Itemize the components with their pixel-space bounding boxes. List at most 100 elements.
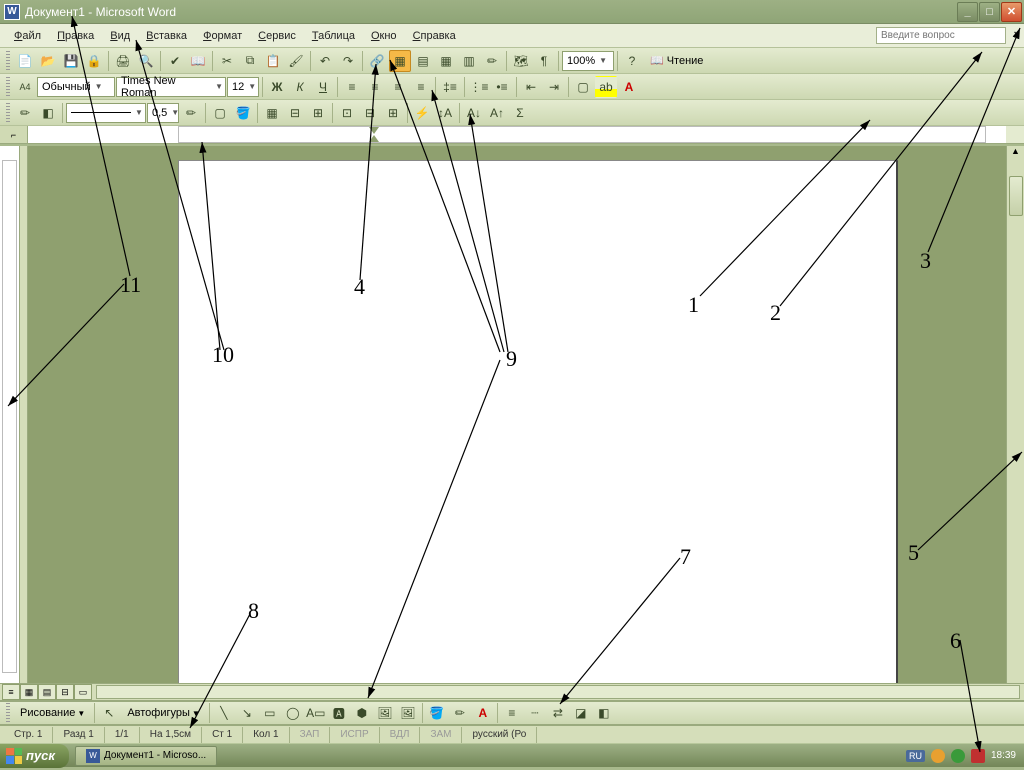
toolbar-grip[interactable] <box>6 51 10 71</box>
tray-shield-icon[interactable] <box>971 749 985 763</box>
bullet-list-button[interactable]: •≡ <box>491 76 513 98</box>
menu-tools[interactable]: Сервис <box>250 26 304 46</box>
font-dropdown[interactable]: Times New Roman▼ <box>116 77 226 97</box>
3d-button[interactable]: ◧ <box>593 702 615 724</box>
increase-indent-button[interactable]: ⇥ <box>543 76 565 98</box>
split-cells-button[interactable]: ⊞ <box>307 102 329 124</box>
italic-button[interactable]: К <box>289 76 311 98</box>
draw-table-button[interactable]: ✏ <box>14 102 36 124</box>
save-button[interactable]: 💾 <box>60 50 82 72</box>
redo-button[interactable]: ↷ <box>337 50 359 72</box>
cut-button[interactable]: ✂ <box>216 50 238 72</box>
show-paragraph-button[interactable]: ¶ <box>533 50 555 72</box>
line-weight-dropdown[interactable]: 0,5▼ <box>147 103 179 123</box>
rectangle-tool-button[interactable]: ▭ <box>259 702 281 724</box>
reading-view-button[interactable]: ▭ <box>74 684 92 700</box>
align-center-button[interactable]: ≡ <box>364 76 386 98</box>
text-direction-button[interactable]: ↕A <box>434 102 456 124</box>
line-style-dropdown[interactable]: ▼ <box>66 103 146 123</box>
toolbar-grip[interactable] <box>6 103 10 123</box>
page[interactable] <box>178 160 898 683</box>
print-view-button[interactable]: ▤ <box>38 684 56 700</box>
status-rec[interactable]: ЗАП <box>290 727 331 743</box>
table-autoformat-button[interactable]: ⚡ <box>411 102 433 124</box>
copy-button[interactable]: ⧉ <box>239 50 261 72</box>
shadow-button[interactable]: ◪ <box>570 702 592 724</box>
fill-color-button[interactable]: 🪣 <box>426 702 448 724</box>
scrollbar-thumb[interactable] <box>1009 176 1023 216</box>
arrow-tool-button[interactable]: ↘ <box>236 702 258 724</box>
autoshapes-menu[interactable]: Автофигуры▼ <box>121 704 206 722</box>
insert-table-btn2[interactable]: ▦ <box>261 102 283 124</box>
reading-mode-button[interactable]: 📖 Чтение <box>644 50 709 72</box>
horizontal-ruler[interactable] <box>28 126 1006 143</box>
close-button[interactable]: ✕ <box>1001 2 1022 22</box>
undo-button[interactable]: ↶ <box>314 50 336 72</box>
drawing-toolbar-button[interactable]: ✏ <box>481 50 503 72</box>
status-ext[interactable]: ВДЛ <box>380 727 421 743</box>
print-preview-button[interactable]: 🔍 <box>135 50 157 72</box>
font-size-dropdown[interactable]: 12▼ <box>227 77 259 97</box>
line-color-button[interactable]: ✏ <box>449 702 471 724</box>
arrow-style-button[interactable]: ⇄ <box>547 702 569 724</box>
outside-border-button[interactable]: ▢ <box>209 102 231 124</box>
textbox-tool-button[interactable]: A▭ <box>305 702 327 724</box>
maximize-button[interactable]: □ <box>979 2 1000 22</box>
print-button[interactable]: 🖨 <box>112 50 134 72</box>
shading-color-button[interactable]: 🪣 <box>232 102 254 124</box>
align-right-button[interactable]: ≡ <box>387 76 409 98</box>
normal-view-button[interactable]: ≡ <box>2 684 20 700</box>
menu-insert[interactable]: Вставка <box>138 26 195 46</box>
line-tool-button[interactable]: ╲ <box>213 702 235 724</box>
highlight-color-button[interactable]: ab <box>595 76 617 98</box>
tray-icon[interactable] <box>951 749 965 763</box>
clipart-button[interactable]: 🖼 <box>374 702 396 724</box>
start-button[interactable]: пуск <box>0 744 69 768</box>
numbered-list-button[interactable]: ⋮≡ <box>468 76 490 98</box>
insert-table-button[interactable]: ▤ <box>412 50 434 72</box>
select-objects-button[interactable]: ↖ <box>98 702 120 724</box>
autosum-button[interactable]: Σ <box>509 102 531 124</box>
menu-file[interactable]: Файл <box>6 26 49 46</box>
merge-cells-button[interactable]: ⊟ <box>284 102 306 124</box>
document-area[interactable] <box>28 146 1006 683</box>
bold-button[interactable]: Ж <box>266 76 288 98</box>
diagram-button[interactable]: ⬢ <box>351 702 373 724</box>
style-dropdown[interactable]: Обычный▼ <box>37 77 115 97</box>
oval-tool-button[interactable]: ◯ <box>282 702 304 724</box>
status-trk[interactable]: ИСПР <box>330 727 379 743</box>
sort-desc-button[interactable]: A↑ <box>486 102 508 124</box>
vertical-ruler[interactable] <box>0 146 20 683</box>
styles-pane-button[interactable]: A4 <box>14 76 36 98</box>
menu-edit[interactable]: Правка <box>49 26 102 46</box>
justify-button[interactable]: ≡ <box>410 76 432 98</box>
line-style-button[interactable]: ≡ <box>501 702 523 724</box>
spellcheck-button[interactable]: ✔ <box>164 50 186 72</box>
hanging-indent-marker[interactable] <box>369 135 379 142</box>
menu-table[interactable]: Таблица <box>304 26 363 46</box>
first-line-indent-marker[interactable] <box>369 127 379 134</box>
menu-window[interactable]: Окно <box>363 26 405 46</box>
menu-help[interactable]: Справка <box>405 26 464 46</box>
underline-button[interactable]: Ч <box>312 76 334 98</box>
help-button[interactable]: ? <box>621 50 643 72</box>
align-cell-button[interactable]: ⊡ <box>336 102 358 124</box>
toolbar-grip[interactable] <box>6 703 10 723</box>
wordart-button[interactable]: 🅰 <box>328 702 350 724</box>
distribute-cols-button[interactable]: ⊞ <box>382 102 404 124</box>
minimize-button[interactable]: _ <box>957 2 978 22</box>
document-close-button[interactable]: × <box>1014 29 1020 41</box>
tables-borders-button[interactable]: ▦ <box>389 50 411 72</box>
status-ovr[interactable]: ЗАМ <box>420 727 462 743</box>
web-view-button[interactable]: ▦ <box>20 684 38 700</box>
research-button[interactable]: 📖 <box>187 50 209 72</box>
clock[interactable]: 18:39 <box>991 750 1016 761</box>
decrease-indent-button[interactable]: ⇤ <box>520 76 542 98</box>
border-color-button[interactable]: ✏ <box>180 102 202 124</box>
align-left-button[interactable]: ≡ <box>341 76 363 98</box>
insert-picture-button[interactable]: 🖼 <box>397 702 419 724</box>
tab-selector[interactable]: ⌐ <box>0 126 28 143</box>
columns-button[interactable]: ▥ <box>458 50 480 72</box>
distribute-rows-button[interactable]: ⊟ <box>359 102 381 124</box>
borders-button[interactable]: ▢ <box>572 76 594 98</box>
